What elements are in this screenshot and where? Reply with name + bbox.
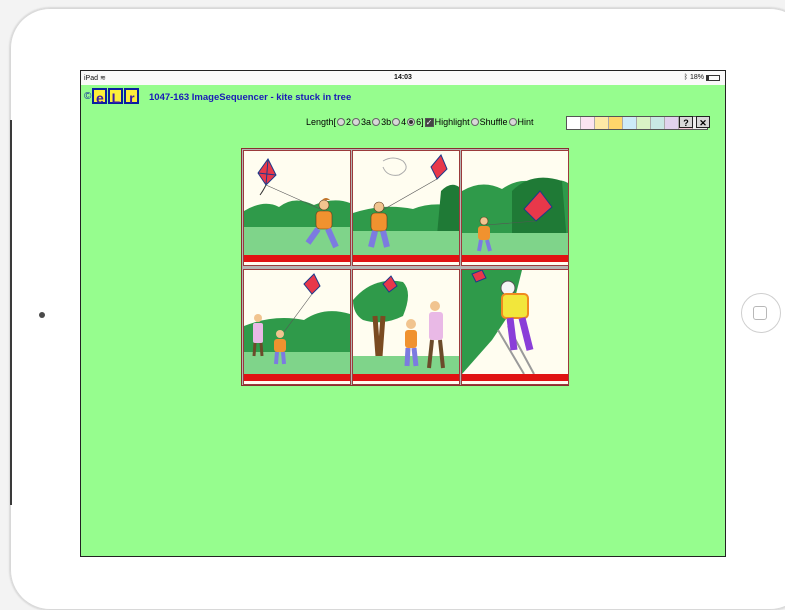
sequence-panel-2[interactable] — [352, 150, 460, 266]
bluetooth-icon: ᛒ — [683, 74, 688, 81]
status-bar: iPad ≋ 14:03 ᛒ 18% — [81, 71, 725, 85]
length-radio-2[interactable] — [337, 118, 346, 126]
app-screen: iPad ≋ 14:03 ᛒ 18% © e L r 1047-163 Imag… — [80, 70, 726, 557]
logo-letter-e: e — [92, 88, 108, 106]
logo-letter-l: L — [108, 88, 124, 106]
highlight-checkbox[interactable]: ✓ — [424, 117, 434, 127]
battery-percent: 18% — [689, 74, 704, 81]
help-button[interactable]: ? — [679, 116, 693, 128]
color-swatch-2[interactable] — [581, 117, 595, 129]
length-radio-4[interactable] — [392, 118, 401, 126]
image-sequence-grid — [241, 148, 569, 386]
length-radio-6[interactable] — [407, 118, 416, 126]
camera-dot — [39, 312, 45, 318]
color-swatch-3[interactable] — [595, 117, 609, 129]
color-swatch-1[interactable] — [567, 117, 581, 129]
color-swatch-5[interactable] — [623, 117, 637, 129]
hint-label: Hint — [517, 117, 534, 127]
length-option-label: 6] — [416, 117, 424, 127]
sequence-panel-6[interactable] — [461, 269, 569, 385]
length-option-label: 3b — [381, 117, 392, 127]
sequence-panel-4[interactable] — [243, 269, 351, 385]
controls-bar: Length[ 2 3a 3b 4 6] ✓ Highlight Shuffle … — [306, 117, 534, 127]
color-swatch-7[interactable] — [651, 117, 665, 129]
length-radio-3b[interactable] — [372, 118, 381, 126]
sequence-panel-3[interactable] — [461, 150, 569, 266]
battery-icon — [706, 74, 720, 81]
side-shadow — [10, 120, 12, 505]
battery-status: ᛒ 18% — [684, 74, 720, 81]
length-label: Length[ — [306, 117, 337, 127]
color-swatch-8[interactable] — [665, 117, 679, 129]
color-swatch-6[interactable] — [637, 117, 651, 129]
logo-letter-r: r — [124, 88, 140, 106]
length-option-label: 3a — [361, 117, 372, 127]
home-button-icon — [753, 306, 767, 320]
elr-logo: © e L r — [84, 88, 140, 106]
length-option-label: 4 — [401, 117, 407, 127]
sequence-panel-1[interactable] — [243, 150, 351, 266]
copyright-mark: © — [84, 90, 92, 102]
color-swatch-4[interactable] — [609, 117, 623, 129]
page-title: 1047-163 ImageSequencer - kite stuck in … — [149, 92, 352, 103]
hint-toggle[interactable] — [508, 118, 517, 126]
close-button[interactable]: ✕ — [696, 116, 710, 128]
shuffle-toggle[interactable] — [470, 118, 479, 126]
highlight-label: Highlight — [434, 117, 470, 127]
sequence-panel-5[interactable] — [352, 269, 460, 385]
length-option-label: 2 — [346, 117, 352, 127]
status-time: 14:03 — [394, 74, 412, 81]
length-radio-3a[interactable] — [352, 118, 361, 126]
shuffle-label: Shuffle — [479, 117, 508, 127]
